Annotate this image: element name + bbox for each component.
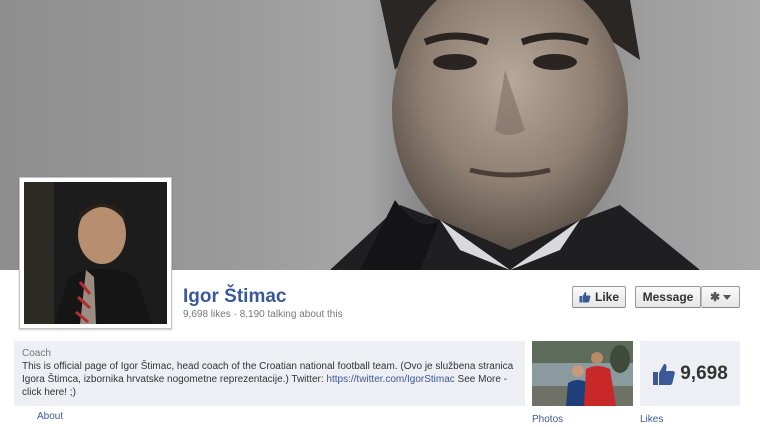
like-button[interactable]: Like [572, 286, 626, 308]
likes-tile-count: 9,698 [680, 362, 728, 384]
likes-tile[interactable]: 9,698 [640, 341, 740, 406]
settings-dropdown-button[interactable]: ✱ [701, 286, 740, 308]
page-description: This is official page of Igor Štimac, he… [22, 360, 517, 399]
photos-label[interactable]: Photos [532, 414, 563, 425]
profile-picture[interactable] [19, 177, 172, 329]
photos-tile[interactable] [532, 341, 633, 406]
page-stats: 9,698 likes · 8,190 talking about this [183, 309, 343, 320]
message-button-label: Message [642, 290, 694, 304]
like-button-label: Like [594, 290, 619, 304]
about-panel: Coach This is official page of Igor Štim… [14, 341, 525, 406]
stats-separator: · [233, 309, 237, 320]
thumbs-up-icon [579, 291, 591, 303]
likes-label[interactable]: Likes [640, 414, 663, 425]
page-title[interactable]: Igor Štimac [183, 286, 286, 308]
page-category: Coach [22, 348, 51, 359]
likes-count-text: 9,698 likes [183, 309, 231, 320]
gear-icon: ✱ [709, 290, 721, 304]
profile-photo-image [24, 182, 167, 324]
twitter-link[interactable]: https://twitter.com/IgorStimac [326, 374, 454, 385]
talking-about-text: 8,190 talking about this [239, 309, 343, 320]
chevron-down-icon [723, 294, 732, 300]
thumbs-up-icon [653, 363, 676, 385]
message-button[interactable]: Message [635, 286, 701, 308]
photos-thumbnail-image [532, 341, 633, 406]
about-link[interactable]: About [37, 411, 63, 422]
